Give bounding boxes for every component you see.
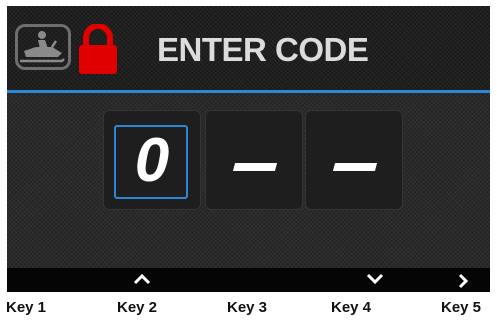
softkey-5-next[interactable]: [443, 269, 483, 291]
empty-digit-dash: [332, 163, 378, 171]
key-label-3: Key 3: [227, 299, 268, 316]
key-label-5: Key 5: [441, 299, 482, 316]
chevron-down-icon: [366, 273, 384, 285]
chevron-right-icon: [458, 273, 469, 289]
lock-icon: [77, 23, 119, 76]
header-bar: ENTER CODE: [7, 6, 490, 90]
page-title: ENTER CODE: [157, 31, 369, 68]
softkey-4-down[interactable]: [355, 269, 395, 291]
code-digit-2[interactable]: [205, 110, 303, 210]
softkey-bar: [7, 268, 490, 292]
empty-digit-dash: [232, 163, 278, 171]
snowmobile-icon: [15, 24, 71, 70]
key-label-2: Key 2: [117, 299, 158, 316]
header-divider: [7, 90, 490, 93]
display-screen: ENTER CODE 0: [7, 6, 490, 292]
key-label-1: Key 1: [6, 299, 47, 316]
key-label-4: Key 4: [331, 299, 372, 316]
code-digit-1-value: 0: [134, 126, 170, 195]
code-digit-3[interactable]: [305, 110, 403, 210]
chevron-up-icon: [133, 273, 151, 285]
softkey-2-up[interactable]: [122, 269, 162, 291]
code-digit-1[interactable]: 0: [103, 110, 201, 210]
